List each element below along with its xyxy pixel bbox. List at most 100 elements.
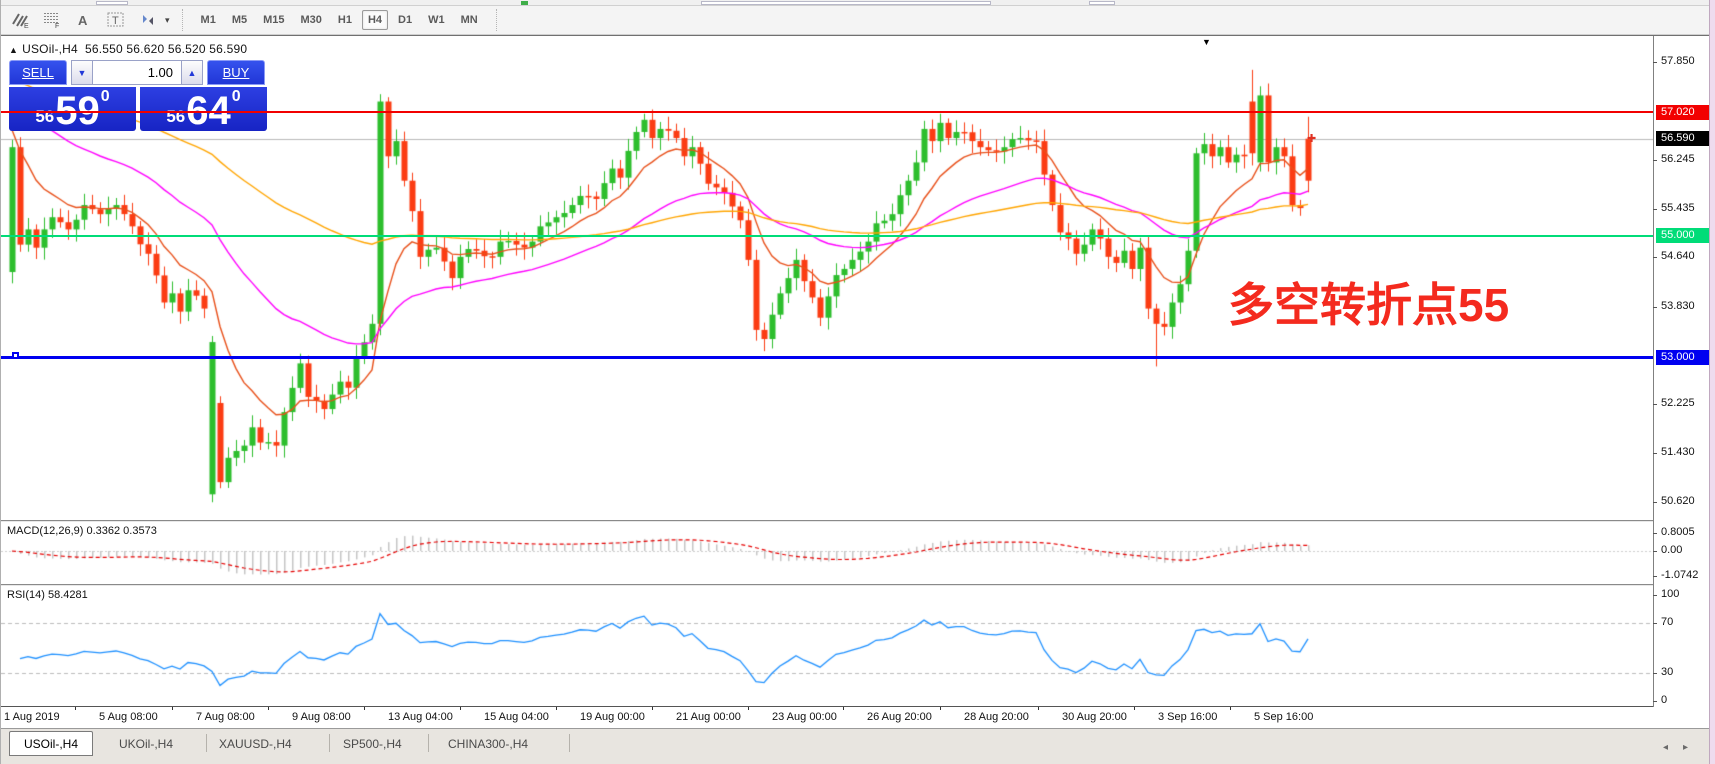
macd-tick [1653, 551, 1657, 552]
timeframe-button-m5[interactable]: M5 [226, 10, 253, 30]
time-axis-label: 9 Aug 08:00 [292, 711, 351, 723]
tab-divider [206, 734, 207, 752]
macd-tick [1653, 533, 1657, 534]
time-axis-label: 26 Aug 20:00 [867, 711, 932, 723]
price-tick-label: 51.430 [1661, 446, 1695, 458]
svg-text:A: A [78, 13, 88, 28]
horizontal-line-53[interactable] [1, 356, 1653, 359]
rsi-scale-label: 70 [1661, 616, 1673, 628]
chinese-annotation-text[interactable]: 多空转折点55 [1228, 269, 1509, 335]
sell-button[interactable]: SELL [9, 60, 67, 85]
price-tick-label: 57.850 [1661, 55, 1695, 67]
price-tag-55.000: 55.000 [1656, 228, 1712, 243]
grid-snap-icon[interactable]: F [41, 10, 63, 30]
rsi-canvas[interactable] [1, 586, 1653, 706]
timeframe-button-w1[interactable]: W1 [422, 10, 451, 30]
timeframe-button-m30[interactable]: M30 [295, 10, 328, 30]
red-cross-marker[interactable]: ✚ [1307, 134, 1316, 145]
time-axis-tick [1038, 707, 1039, 710]
svg-text:T: T [112, 15, 119, 27]
price-tick-label: 52.225 [1661, 397, 1695, 409]
macd-scale-label: -1.0742 [1661, 569, 1698, 581]
price-tag-53.000: 53.000 [1656, 350, 1712, 365]
tab-usoilh4[interactable]: USOil-,H4 [9, 731, 93, 756]
time-axis-tick [268, 707, 269, 710]
price-tick-label: 54.640 [1661, 250, 1695, 262]
time-axis-label: 28 Aug 20:00 [964, 711, 1029, 723]
sell-price-display[interactable]: 56 59 0 [9, 87, 136, 131]
timeframe-button-h4[interactable]: H4 [362, 10, 388, 30]
time-axis-label: 23 Aug 00:00 [772, 711, 837, 723]
time-axis-tick [460, 707, 461, 710]
timeframe-button-m1[interactable]: M1 [195, 10, 222, 30]
price-tag-57.020: 57.020 [1656, 105, 1712, 120]
tab-xauusdh4[interactable]: XAUUSD-,H4 [219, 737, 292, 751]
blue-line-anchor-handle[interactable] [12, 352, 19, 359]
chart-caption: ▲USOil-,H4 56.550 56.620 56.520 56.590 [9, 42, 247, 56]
object-arrange-icon[interactable] [137, 10, 159, 30]
price-tick [1653, 502, 1657, 503]
timeframe-button-mn[interactable]: MN [455, 10, 484, 30]
tab-scroll-right-icon[interactable]: ▸ [1683, 742, 1688, 753]
volume-decrease-button[interactable]: ▼ [71, 60, 93, 85]
plot-right-border [1653, 36, 1654, 707]
time-axis-tick [940, 707, 941, 710]
time-axis-tick [172, 707, 173, 710]
svg-text:E: E [24, 23, 29, 29]
price-tick [1653, 404, 1657, 405]
panel-splitter[interactable] [1, 520, 1653, 522]
price-tag-56.590: 56.590 [1656, 131, 1712, 146]
mt4-window: EFAT▾ M1M5M15M30H1H4D1W1MN ▲USOil-,H4 56… [0, 0, 1715, 764]
price-tick [1653, 453, 1657, 454]
rsi-scale-label: 30 [1661, 666, 1673, 678]
time-axis-tick [652, 707, 653, 710]
tab-scroll-left-icon[interactable]: ◂ [1663, 742, 1668, 753]
timeframe-button-h1[interactable]: H1 [332, 10, 358, 30]
panel-splitter[interactable] [1, 584, 1653, 586]
time-axis-label: 7 Aug 08:00 [196, 711, 255, 723]
timeframe-button-d1[interactable]: D1 [392, 10, 418, 30]
price-tick [1653, 257, 1657, 258]
chart-window: ▲USOil-,H4 56.550 56.620 56.520 56.590 S… [1, 35, 1715, 764]
time-axis-label: 30 Aug 20:00 [1062, 711, 1127, 723]
time-axis-label: 19 Aug 00:00 [580, 711, 645, 723]
top-partial-icon [521, 1, 528, 5]
price-tick [1653, 307, 1657, 308]
macd-scale-label: 0.00 [1661, 544, 1682, 556]
tab-ukoilh4[interactable]: UKOil-,H4 [119, 737, 173, 751]
ea-trading-icon[interactable]: E [9, 10, 31, 30]
tab-china300h4[interactable]: CHINA300-,H4 [448, 737, 528, 751]
time-axis-label: 5 Sep 16:00 [1254, 711, 1313, 723]
chevron-down-icon[interactable]: ▾ [165, 15, 170, 26]
price-tick-label: 55.435 [1661, 202, 1695, 214]
sell-price-sup: 0 [101, 89, 110, 105]
macd-canvas[interactable] [1, 522, 1653, 584]
timeframe-button-m15[interactable]: M15 [257, 10, 290, 30]
time-axis-label: 21 Aug 00:00 [676, 711, 741, 723]
tab-divider [569, 734, 570, 752]
text-label-icon[interactable]: T [105, 10, 127, 30]
time-axis-tick [556, 707, 557, 710]
price-tick [1653, 62, 1657, 63]
rsi-tick [1653, 623, 1657, 624]
price-tick-label: 56.245 [1661, 153, 1695, 165]
volume-increase-button[interactable]: ▲ [181, 60, 203, 85]
rsi-label: RSI(14) 58.4281 [7, 589, 88, 601]
top-partial-button [1089, 1, 1115, 5]
rsi-tick [1653, 595, 1657, 596]
chart-toolbar: E FA T ▾ M1M5M15M30H1H4D1W1MN [1, 6, 1715, 35]
font-annotation-icon[interactable]: A [73, 10, 95, 30]
horizontal-line-55[interactable] [1, 235, 1653, 237]
tab-sp500h4[interactable]: SP500-,H4 [343, 737, 402, 751]
buy-price-display[interactable]: 56 64 0 [140, 87, 267, 131]
horizontal-line-57.02[interactable] [1, 111, 1653, 113]
time-axis-label: 15 Aug 04:00 [484, 711, 549, 723]
top-partial-searchbox [701, 1, 991, 5]
volume-input[interactable]: 1.00 [93, 60, 181, 85]
top-partial-button [96, 1, 128, 5]
caption-ohlc: 56.550 56.620 56.520 56.590 [85, 42, 247, 56]
time-axis-tick [1230, 707, 1231, 710]
time-axis-tick [75, 707, 76, 710]
buy-button[interactable]: BUY [207, 60, 265, 85]
down-triangle-marker[interactable]: ▼ [1202, 38, 1211, 47]
